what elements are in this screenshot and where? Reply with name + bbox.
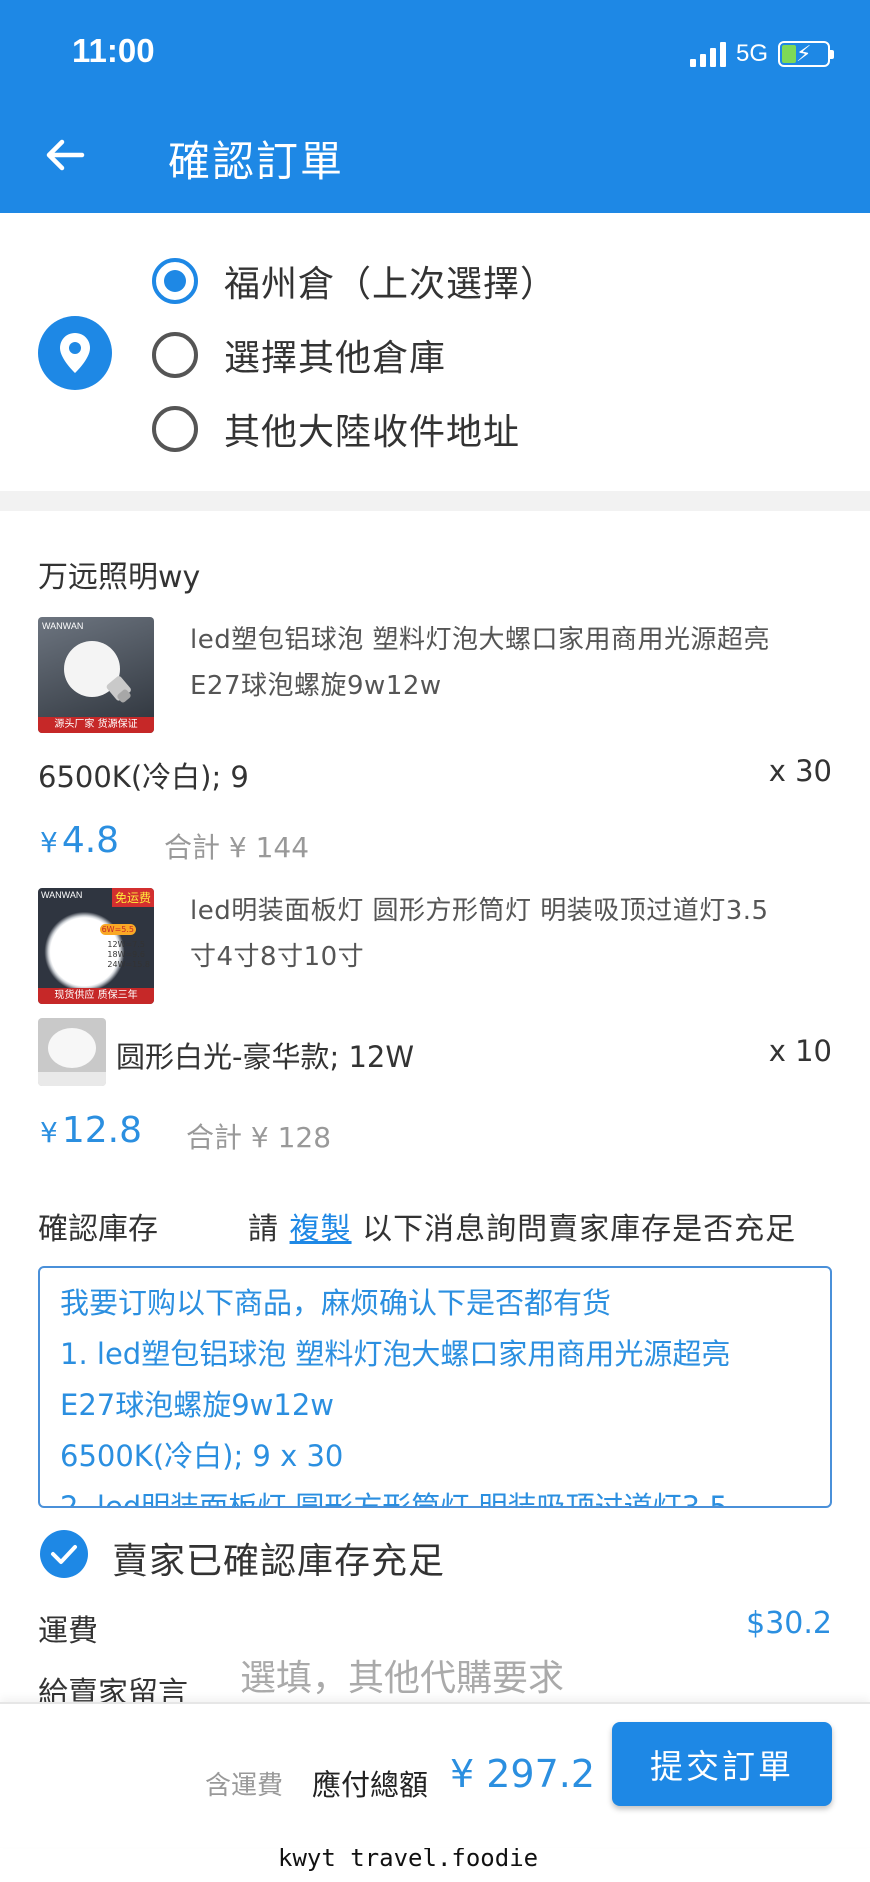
hint-prefix: 請	[248, 1212, 290, 1247]
price-value: 4.8	[61, 820, 120, 861]
network-type: 5G	[735, 40, 768, 67]
currency-symbol: ¥	[40, 826, 58, 859]
product-subtotal: 合計 ¥ 144	[164, 831, 310, 864]
stock-confirm-label: 確認庫存	[38, 1212, 158, 1247]
radio-unselected-icon[interactable]	[152, 332, 198, 378]
thumb-tag: 6W=5.5	[99, 924, 136, 935]
product-price: ¥12.8	[40, 1110, 142, 1151]
message-line: E27球泡螺旋9w12w	[60, 1388, 335, 1422]
hint-suffix: 以下消息詢問賣家庫存是否充足	[351, 1212, 797, 1247]
address-option-label: 選擇其他倉庫	[224, 338, 447, 379]
total-label: 應付總額	[312, 1768, 429, 1802]
product-spec: 6500K(冷白); 9	[38, 760, 249, 794]
radio-selected-icon[interactable]	[152, 258, 198, 304]
copy-link[interactable]: 複製	[290, 1212, 352, 1247]
radio-unselected-icon[interactable]	[152, 406, 198, 452]
message-line: 6500K(冷白); 9 x 30	[60, 1439, 344, 1473]
product-thumbnail[interactable]: WANWAN 源头厂家 货源保证	[38, 617, 154, 733]
stock-confirm-hint: 請 複製 以下消息詢問賣家庫存是否充足	[248, 1204, 796, 1248]
stock-confirmed-label[interactable]: 賣家已確認庫存充足	[112, 1532, 445, 1584]
stock-message-box[interactable]: 我要订购以下商品，麻烦确认下是否都有货 1. led塑包铝球泡 塑料灯泡大螺口家…	[38, 1266, 832, 1508]
shop-name[interactable]: 万远照明wy	[38, 552, 200, 596]
address-option-label: 福州倉（上次選擇）	[224, 264, 558, 305]
product-title-line: led明装面板灯 圆形方形筒灯 明装吸顶过道灯3.5	[190, 896, 769, 926]
status-time: 11:00	[72, 32, 155, 69]
product-title-line: E27球泡螺旋9w12w	[190, 671, 442, 701]
status-icons: 5G ⚡	[689, 40, 834, 68]
section-divider	[0, 491, 870, 511]
address-option-fuzhou[interactable]: 福州倉（上次選擇）	[152, 255, 557, 307]
product-title[interactable]: led明装面板灯 圆形方形筒灯 明装吸顶过道灯3.5 寸4寸8寸10寸	[190, 888, 840, 980]
product-subtotal: 合計 ¥ 128	[186, 1121, 332, 1154]
currency-symbol: ¥	[40, 1116, 58, 1149]
back-arrow-icon[interactable]	[40, 130, 90, 180]
product-title[interactable]: led塑包铝球泡 塑料灯泡大螺口家用商用光源超亮 E27球泡螺旋9w12w	[190, 617, 840, 709]
app-header: 11:00 5G ⚡ 確認訂單	[0, 0, 870, 213]
free-shipping-badge: 免运费	[111, 888, 154, 907]
shipping-value: $30.2	[746, 1606, 832, 1641]
shipping-label: 運費	[38, 1614, 98, 1649]
message-line: 1. led塑包铝球泡 塑料灯泡大螺口家用商用光源超亮	[60, 1337, 731, 1371]
product-spec: 圆形白光-豪华款; 12W	[116, 1040, 415, 1074]
sku-thumbnail[interactable]	[38, 1018, 106, 1086]
submit-order-button[interactable]: 提交訂單	[612, 1722, 832, 1806]
product-qty: x 10	[768, 1034, 832, 1068]
message-line: 我要订购以下商品，麻烦确认下是否都有货	[60, 1286, 612, 1320]
page-title: 確認訂單	[168, 137, 345, 186]
thumb-banner: 现货供应 质保三年	[38, 988, 154, 1004]
shipping-included-note: 含運費	[205, 1771, 284, 1801]
product-thumbnail[interactable]: WANWAN 免运费 6W=5.5 12W=7.5 18W=9.6 24W=15…	[38, 888, 154, 1004]
thumb-banner: 源头厂家 货源保证	[38, 717, 154, 733]
thumb-brand: WANWAN	[41, 890, 83, 900]
price-value: 12.8	[61, 1110, 142, 1151]
signal-icon	[689, 41, 726, 67]
product-price: ¥4.8	[40, 820, 119, 861]
address-option-label: 其他大陸收件地址	[224, 412, 521, 453]
thumb-spec: 24W=15.8	[107, 960, 150, 969]
location-pin-icon	[38, 316, 112, 390]
product-title-line: 寸4寸8寸10寸	[190, 942, 365, 972]
address-option-mainland[interactable]: 其他大陸收件地址	[152, 403, 520, 455]
product-title-line: led塑包铝球泡 塑料灯泡大螺口家用商用光源超亮	[190, 625, 770, 655]
thumb-brand: WANWAN	[42, 621, 84, 631]
address-option-other-warehouse[interactable]: 選擇其他倉庫	[152, 329, 446, 381]
total-amount: ¥ 297.2	[450, 1752, 596, 1796]
product-qty: x 30	[768, 754, 832, 788]
battery-icon: ⚡	[778, 41, 834, 67]
bulb-icon	[64, 641, 131, 703]
thumb-spec: 12W=7.5	[107, 940, 145, 949]
checkbox-checked-icon[interactable]	[40, 1530, 88, 1578]
seller-note-input[interactable]	[240, 1658, 830, 1699]
thumb-spec: 18W=9.6	[107, 950, 145, 959]
message-line: 2. led明装面板灯 圆形方形筒灯 明装吸顶过道灯3.5	[60, 1490, 728, 1508]
watermark: kwyt travel.foodie	[278, 1848, 590, 1872]
